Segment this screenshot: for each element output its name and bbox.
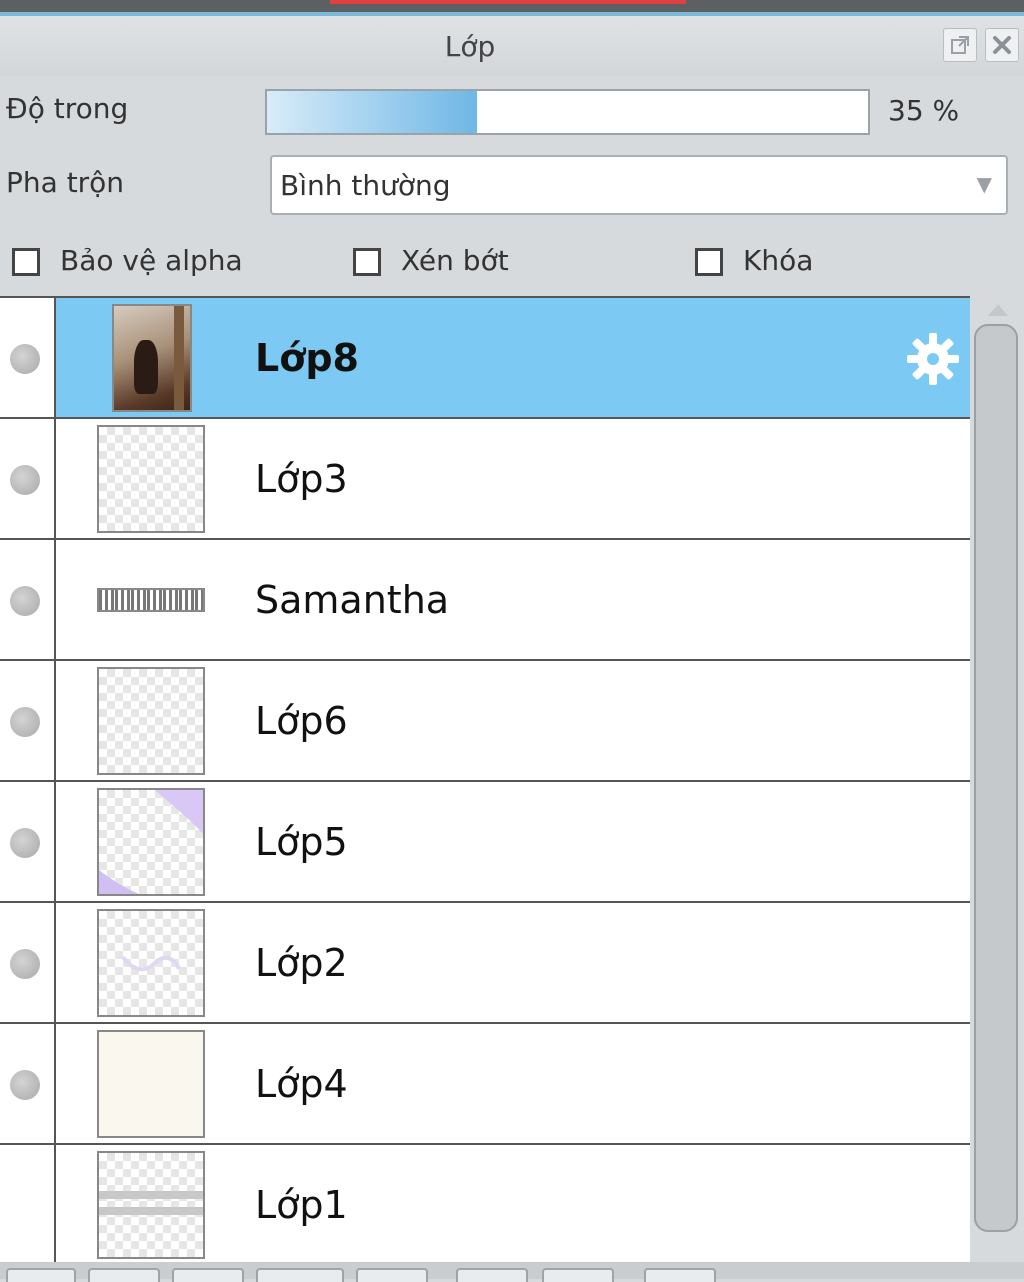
blend-mode-label: Pha trộn: [6, 166, 125, 199]
active-tab-indicator: [330, 0, 686, 4]
layer-name: Lớp3: [255, 457, 348, 501]
gear-icon[interactable]: [905, 331, 961, 387]
opacity-label: Độ trong: [6, 92, 129, 125]
layer-row[interactable]: Samantha: [0, 540, 970, 661]
layer-thumbnail: [97, 667, 205, 775]
visibility-column: [0, 540, 56, 659]
visibility-toggle[interactable]: [10, 1070, 40, 1100]
opacity-value: 35 %: [888, 94, 960, 127]
visibility-toggle[interactable]: [10, 465, 40, 495]
clipping-label: Xén bớt: [401, 244, 509, 277]
float-panel-button[interactable]: [943, 28, 977, 62]
chevron-down-icon: ▼: [976, 172, 992, 196]
external-window-icon: [951, 36, 969, 54]
top-strip: [0, 0, 1024, 16]
toolbar-button[interactable]: [6, 1268, 76, 1282]
blend-mode-select[interactable]: Bình thường ▼: [270, 155, 1008, 215]
visibility-column: [0, 903, 56, 1022]
checkbox-box[interactable]: [695, 248, 723, 276]
layer-thumbnail: [97, 909, 205, 1017]
layer-name: Lớp2: [255, 941, 348, 985]
layer-row[interactable]: Lớp8: [0, 298, 970, 419]
visibility-column: [0, 1024, 56, 1143]
layer-thumbnail: [97, 788, 205, 896]
lock-label: Khóa: [743, 244, 814, 277]
visibility-column: [0, 661, 56, 780]
toolbar-button[interactable]: [644, 1268, 716, 1282]
layer-row[interactable]: Lớp5: [0, 782, 970, 903]
layer-name: Samantha: [255, 578, 450, 622]
panel-titlebar: Lớp: [0, 16, 1024, 76]
layer-name: Lớp6: [255, 699, 348, 743]
visibility-toggle[interactable]: [10, 828, 40, 858]
layer-thumbnail: [97, 1151, 205, 1259]
layer-row[interactable]: Lớp1: [0, 1145, 970, 1264]
toolbar-button[interactable]: [88, 1268, 160, 1282]
visibility-toggle[interactable]: [10, 949, 40, 979]
thumbnail-art: [99, 1191, 203, 1215]
close-panel-button[interactable]: [985, 28, 1019, 62]
visibility-toggle[interactable]: [10, 344, 40, 374]
layer-name: Lớp5: [255, 820, 348, 864]
layer-name: Lớp4: [255, 1062, 348, 1106]
layer-thumbnail: [97, 1030, 205, 1138]
checkbox-box[interactable]: [353, 248, 381, 276]
layer-name: Lớp8: [255, 336, 359, 380]
visibility-column: [0, 1145, 56, 1264]
panel-title: Lớp: [444, 30, 496, 63]
layer-row[interactable]: Lớp4: [0, 1024, 970, 1145]
layer-row[interactable]: Lớp6: [0, 661, 970, 782]
scrollbar-thumb[interactable]: [974, 324, 1018, 1232]
layer-list[interactable]: Lớp8 Lớp3 Samantha Lớp6 Lớp5 Lớp2 Lớp4 L…: [0, 296, 970, 1264]
protect-alpha-label: Bảo vệ alpha: [60, 244, 243, 277]
layer-thumbnail: [97, 425, 205, 533]
visibility-toggle[interactable]: [10, 586, 40, 616]
thumbnail-art: [121, 955, 181, 972]
visibility-column: [0, 782, 56, 901]
layer-list-scrollbar[interactable]: [972, 296, 1024, 1262]
toolbar-button[interactable]: [456, 1268, 528, 1282]
visibility-toggle[interactable]: [10, 707, 40, 737]
thumbnail-art: [99, 790, 203, 894]
layer-toolbar: [0, 1262, 1024, 1282]
toolbar-button[interactable]: [256, 1268, 344, 1282]
layer-row[interactable]: Lớp2: [0, 903, 970, 1024]
layer-row[interactable]: Lớp3: [0, 419, 970, 540]
layer-thumbnail: [112, 304, 192, 412]
toolbar-button[interactable]: [356, 1268, 428, 1282]
toolbar-button[interactable]: [172, 1268, 244, 1282]
toolbar-button[interactable]: [542, 1268, 614, 1282]
visibility-column: [0, 419, 56, 538]
blend-mode-value: Bình thường: [280, 169, 451, 202]
layer-name: Lớp1: [255, 1183, 348, 1227]
opacity-slider[interactable]: [265, 89, 870, 135]
checkbox-box[interactable]: [12, 248, 40, 276]
layer-thumbnail: [97, 588, 205, 612]
visibility-column: [0, 298, 56, 417]
scroll-up-arrow-icon[interactable]: [988, 304, 1008, 316]
opacity-slider-fill: [267, 91, 478, 133]
close-icon: [993, 36, 1011, 54]
